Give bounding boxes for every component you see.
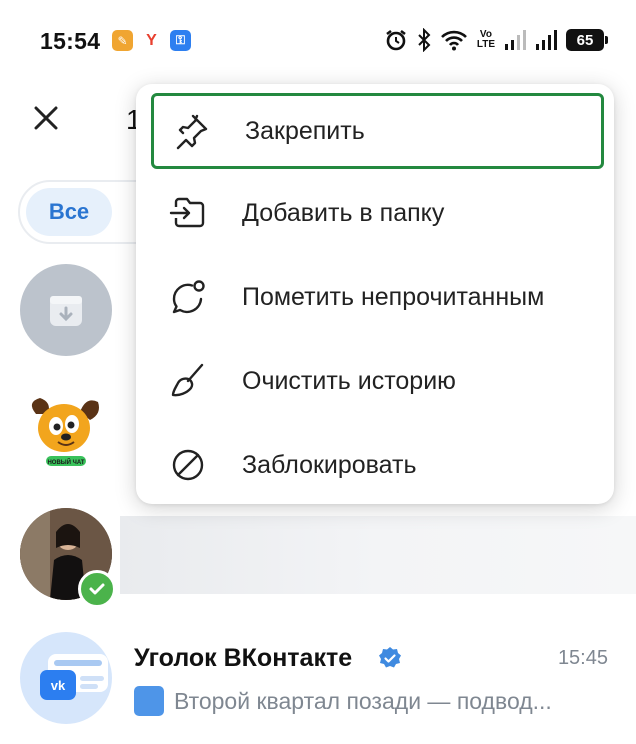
menu-item-label: Добавить в папку xyxy=(242,198,445,227)
vk-corner-avatar[interactable]: vk xyxy=(20,632,112,724)
status-bar: 15:54 ✎ Y ⚿ Vo LTE 65 xyxy=(0,0,636,84)
online-check-badge xyxy=(78,570,116,608)
bot-caption: НОВЫЙ ЧАТ xyxy=(47,458,84,466)
chat-context-menu: Закрепить Добавить в папку Пометить непр… xyxy=(136,84,614,504)
menu-item-mark-unread[interactable]: Пометить непрочитанным xyxy=(136,259,614,335)
menu-item-add-to-folder[interactable]: Добавить в папку xyxy=(136,175,614,251)
bluetooth-icon xyxy=(418,28,431,52)
chat-title: Уголок ВКонтакте xyxy=(134,644,353,672)
archive-icon xyxy=(50,296,82,326)
signal-icon-1 xyxy=(505,30,526,50)
notification-icons: ✎ Y ⚿ xyxy=(112,30,191,51)
menu-item-label: Пометить непрочитанным xyxy=(242,282,545,311)
alarm-icon xyxy=(386,29,406,51)
pin-icon xyxy=(176,114,208,150)
volte-indicator: Vo LTE xyxy=(477,30,495,50)
wifi-icon xyxy=(440,30,467,51)
status-time: 15:54 xyxy=(40,28,101,54)
menu-item-block[interactable]: Заблокировать xyxy=(136,427,614,503)
menu-item-pin[interactable]: Закрепить xyxy=(151,93,604,169)
blurred-chat-row[interactable] xyxy=(120,516,636,594)
chat-preview-text: Второй квартал позади — подвод... xyxy=(174,688,552,714)
folder-add-icon xyxy=(169,197,205,228)
archive-avatar[interactable] xyxy=(20,264,112,356)
block-icon xyxy=(172,449,204,481)
battery-indicator: 65 xyxy=(566,29,608,51)
svg-text:vk: vk xyxy=(51,678,66,693)
yandex-icon: Y xyxy=(146,31,157,49)
check-icon xyxy=(89,583,105,595)
notification-app-icon: ✎ xyxy=(112,30,133,51)
bot-dog-avatar[interactable]: НОВЫЙ ЧАТ xyxy=(22,392,106,472)
chat-time: 15:45 xyxy=(557,647,608,669)
menu-item-clear-history[interactable]: Очистить историю xyxy=(136,343,614,419)
verified-icon xyxy=(379,647,401,668)
close-icon[interactable] xyxy=(28,100,64,136)
volte-label-bottom: LTE xyxy=(476,39,495,50)
mark-unread-icon xyxy=(172,280,205,314)
menu-item-label: Закрепить xyxy=(245,116,365,145)
menu-item-label: Заблокировать xyxy=(242,450,417,479)
broom-icon xyxy=(171,363,204,397)
filter-chip-all[interactable]: Все xyxy=(26,188,112,236)
system-icons: Vo LTE 65 xyxy=(384,28,608,52)
vk-logo-icon: vk xyxy=(40,654,108,700)
preview-attachment-icon xyxy=(134,686,164,716)
key-app-icon: ⚿ xyxy=(170,30,191,51)
signal-icon-2 xyxy=(536,30,557,50)
menu-item-label: Очистить историю xyxy=(242,366,456,395)
